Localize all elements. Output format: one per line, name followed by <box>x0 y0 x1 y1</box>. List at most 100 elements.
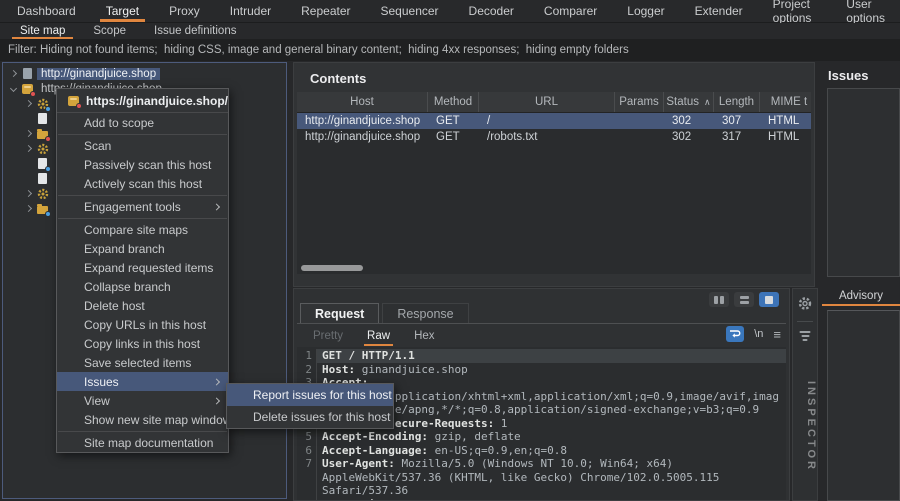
chevron-down-icon[interactable] <box>10 85 17 92</box>
menu-item-engagement-tools[interactable]: Engagement tools <box>57 197 228 216</box>
tab-raw[interactable]: Raw <box>355 325 402 347</box>
menubar-tab-project-options[interactable]: Project options <box>758 0 832 22</box>
menu-item-view[interactable]: View <box>57 391 228 410</box>
cell-length: 307 <box>714 115 760 127</box>
subtab-site-map[interactable]: Site map <box>6 23 79 39</box>
contents-table-header: HostMethodURLParamsStatus∧LengthMIME t <box>297 92 811 113</box>
submenu-item-delete-issues-for-this-host[interactable]: Delete issues for this host <box>227 406 393 428</box>
chevron-right-icon[interactable] <box>25 205 32 212</box>
menu-item-expand-branch[interactable]: Expand branch <box>57 239 228 258</box>
table-row[interactable]: http://ginandjuice.shopGET/302307HTML <box>297 113 811 129</box>
view-tabs: Pretty Raw Hex <box>297 325 786 347</box>
contents-table-body: http://ginandjuice.shopGET/302307HTMLhtt… <box>297 113 811 145</box>
tree-node-label: http://ginandjuice.shop <box>37 68 160 80</box>
menu-item-scan[interactable]: Scan <box>57 136 228 155</box>
tree-row[interactable]: http://ginandjuice.shop <box>3 66 286 81</box>
submenu-item-report-issues-for-this-host[interactable]: Report issues for this host <box>227 384 393 406</box>
horizontal-scrollbar[interactable] <box>301 265 363 271</box>
column-header-method[interactable]: Method <box>428 92 479 112</box>
menu-item-save-selected-items[interactable]: Save selected items <box>57 353 228 372</box>
chevron-right-icon[interactable] <box>25 100 32 107</box>
menubar-tab-logger[interactable]: Logger <box>612 0 679 22</box>
issues-title: Issues <box>828 68 868 83</box>
tab-advisory[interactable]: Advisory <box>822 288 900 306</box>
menu-item-copy-links-in-this-host[interactable]: Copy links in this host <box>57 334 228 353</box>
sort-ascending-icon: ∧ <box>704 97 711 108</box>
menubar-tab-intruder[interactable]: Intruder <box>215 0 286 22</box>
menu-item-add-to-scope[interactable]: Add to scope <box>57 113 228 132</box>
issues-list-panel <box>827 88 900 277</box>
tab-response[interactable]: Response <box>382 303 468 323</box>
editor-line: 5Accept-Encoding: gzip, deflate <box>297 430 786 444</box>
menubar-tab-repeater[interactable]: Repeater <box>286 0 365 22</box>
menu-item-expand-requested-items[interactable]: Expand requested items <box>57 258 228 277</box>
tab-pretty[interactable]: Pretty <box>301 325 355 347</box>
table-row[interactable]: http://ginandjuice.shopGET/robots.txt302… <box>297 129 811 145</box>
editor-line: 2Host: ginandjuice.shop <box>297 363 786 377</box>
cell-host: http://ginandjuice.shop <box>297 115 428 127</box>
filter-bar[interactable]: Filter: Hiding not found items; hiding C… <box>0 39 900 61</box>
word-wrap-icon <box>729 329 741 339</box>
advisory-panel <box>827 310 900 501</box>
contents-table[interactable]: HostMethodURLParamsStatus∧LengthMIME t h… <box>297 92 811 274</box>
menu-item-passively-scan-this-host[interactable]: Passively scan this host <box>57 155 228 174</box>
inspector-sidebar[interactable]: INSPECTOR <box>792 288 818 501</box>
column-header-host[interactable]: Host <box>297 92 428 112</box>
newline-toggle[interactable]: \n <box>754 328 763 340</box>
collapse-icon[interactable] <box>800 331 811 341</box>
cell-mime: HTML <box>760 131 811 143</box>
request-response-tabs: Request Response <box>297 304 786 324</box>
context-menu-header-label: https://ginandjuice.shop/ <box>86 94 228 108</box>
word-wrap-toggle-button[interactable] <box>726 326 744 342</box>
menubar-tab-comparer[interactable]: Comparer <box>529 0 612 22</box>
menubar-tab-user-options[interactable]: User options <box>831 0 900 22</box>
folder-icon <box>36 127 49 140</box>
menu-item-show-new-site-map-window[interactable]: Show new site map window <box>57 410 228 429</box>
menu-item-site-map-documentation[interactable]: Site map documentation <box>57 433 228 452</box>
menu-item-copy-urls-in-this-host[interactable]: Copy URLs in this host <box>57 315 228 334</box>
subtab-issue-definitions[interactable]: Issue definitions <box>140 23 250 39</box>
menu-item-collapse-branch[interactable]: Collapse branch <box>57 277 228 296</box>
cell-host: http://ginandjuice.shop <box>297 131 428 143</box>
gear-icon <box>36 187 49 200</box>
cell-status: 302 <box>664 131 714 143</box>
submenu-arrow-icon <box>213 378 220 385</box>
contents-panel: Contents HostMethodURLParamsStatus∧Lengt… <box>293 62 815 287</box>
gear-icon <box>36 142 49 155</box>
subtab-scope[interactable]: Scope <box>79 23 140 39</box>
target-subtabs: Site mapScopeIssue definitions <box>0 23 900 39</box>
chevron-right-icon[interactable] <box>25 190 32 197</box>
tab-hex[interactable]: Hex <box>402 325 446 347</box>
menu-item-delete-host[interactable]: Delete host <box>57 296 228 315</box>
menubar-tab-dashboard[interactable]: Dashboard <box>2 0 91 22</box>
folder-icon <box>36 202 49 215</box>
context-menu-header: https://ginandjuice.shop/ <box>57 89 228 113</box>
menubar-tab-decoder[interactable]: Decoder <box>454 0 529 22</box>
menu-item-issues[interactable]: Issues <box>57 372 228 391</box>
gear-icon[interactable] <box>798 296 813 311</box>
column-header-length[interactable]: Length <box>714 92 760 112</box>
document-icon <box>36 157 49 170</box>
menubar-tab-target[interactable]: Target <box>91 0 154 22</box>
cell-url: / <box>479 115 615 127</box>
menubar-tab-extender[interactable]: Extender <box>680 0 758 22</box>
column-header-params[interactable]: Params <box>615 92 664 112</box>
menubar-tab-sequencer[interactable]: Sequencer <box>366 0 454 22</box>
tab-request[interactable]: Request <box>300 303 379 323</box>
column-header-url[interactable]: URL <box>479 92 615 112</box>
column-header-mime-t[interactable]: MIME t <box>760 92 811 112</box>
editor-line: 1GET / HTTP/1.1 <box>297 349 786 363</box>
host-icon <box>21 82 34 95</box>
column-header-status[interactable]: Status∧ <box>664 92 714 112</box>
contents-title: Contents <box>294 63 814 92</box>
menubar-tab-proxy[interactable]: Proxy <box>154 0 215 22</box>
chevron-right-icon[interactable] <box>25 130 32 137</box>
menu-item-compare-site-maps[interactable]: Compare site maps <box>57 220 228 239</box>
chevron-right-icon[interactable] <box>25 145 32 152</box>
chevron-right-icon[interactable] <box>10 70 17 77</box>
editor-menu-icon[interactable]: ≡ <box>773 328 781 341</box>
submenu-arrow-icon <box>213 397 220 404</box>
advisory-tab-label: Advisory <box>839 290 883 302</box>
cell-method: GET <box>428 131 479 143</box>
menu-item-actively-scan-this-host[interactable]: Actively scan this host <box>57 174 228 193</box>
